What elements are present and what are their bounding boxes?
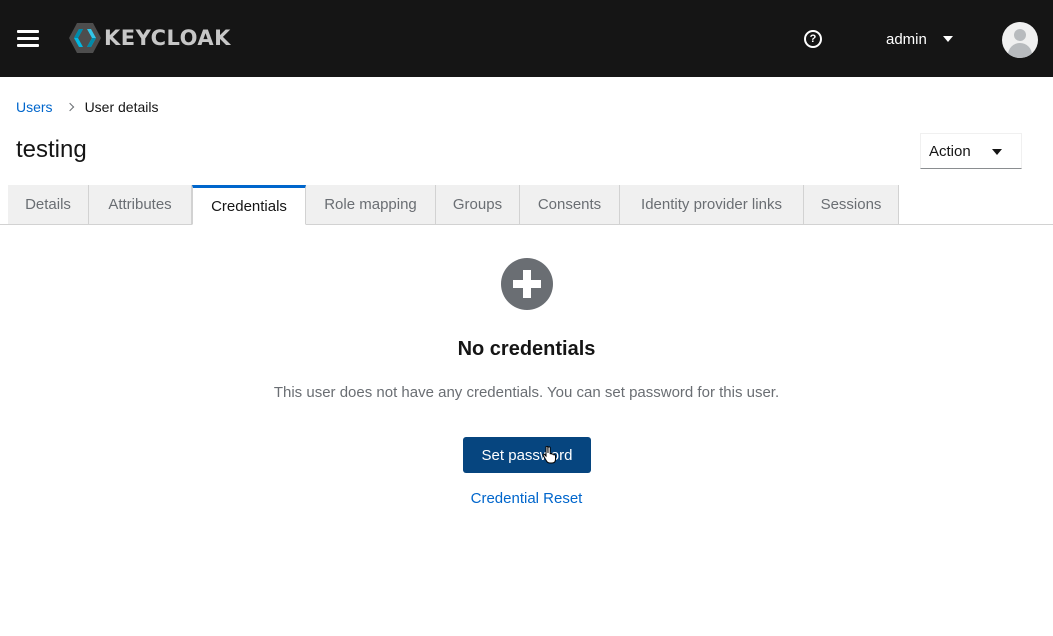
breadcrumb-current: User details <box>84 99 159 115</box>
empty-state-title: No credentials <box>457 338 596 360</box>
user-tabs: Details Attributes Credentials Role mapp… <box>8 185 899 225</box>
tab-identity-provider-links[interactable]: Identity provider links <box>620 185 804 225</box>
caret-down-icon <box>992 149 1002 155</box>
set-password-button[interactable]: Set password <box>463 437 591 473</box>
tab-groups[interactable]: Groups <box>436 185 520 225</box>
keycloak-logo[interactable]: KEYCLOAK <box>68 20 231 56</box>
avatar-body <box>1008 43 1032 58</box>
avatar-head <box>1014 29 1026 41</box>
action-dropdown[interactable]: Action <box>920 133 1022 169</box>
tab-details[interactable]: Details <box>8 185 89 225</box>
plus-circle-icon <box>501 258 553 310</box>
action-dropdown-label: Action <box>929 142 971 160</box>
keycloak-logo-icon <box>69 23 101 53</box>
tab-sessions[interactable]: Sessions <box>804 185 899 225</box>
caret-down-icon <box>942 36 953 42</box>
brand-name: KEYCLOAK <box>104 26 231 50</box>
breadcrumb-users-link[interactable]: Users <box>16 99 53 115</box>
tab-credentials[interactable]: Credentials <box>192 185 306 225</box>
page-title: testing <box>16 136 87 163</box>
tab-consents[interactable]: Consents <box>520 185 620 225</box>
breadcrumb: Users User details <box>16 98 158 116</box>
help-icon[interactable]: ? <box>804 30 822 48</box>
tab-role-mapping[interactable]: Role mapping <box>306 185 436 225</box>
pointer-cursor-icon <box>542 446 556 464</box>
avatar[interactable] <box>1002 22 1038 58</box>
chevron-right-icon <box>65 102 74 112</box>
masthead: KEYCLOAK ? admin <box>0 0 1053 77</box>
empty-state-body: This user does not have any credentials.… <box>273 384 780 401</box>
tab-attributes[interactable]: Attributes <box>89 185 192 225</box>
credential-reset-link[interactable]: Credential Reset <box>0 490 1053 507</box>
user-name: admin <box>886 30 927 48</box>
user-dropdown[interactable]: admin <box>872 24 953 54</box>
hamburger-menu-icon[interactable] <box>17 28 39 48</box>
